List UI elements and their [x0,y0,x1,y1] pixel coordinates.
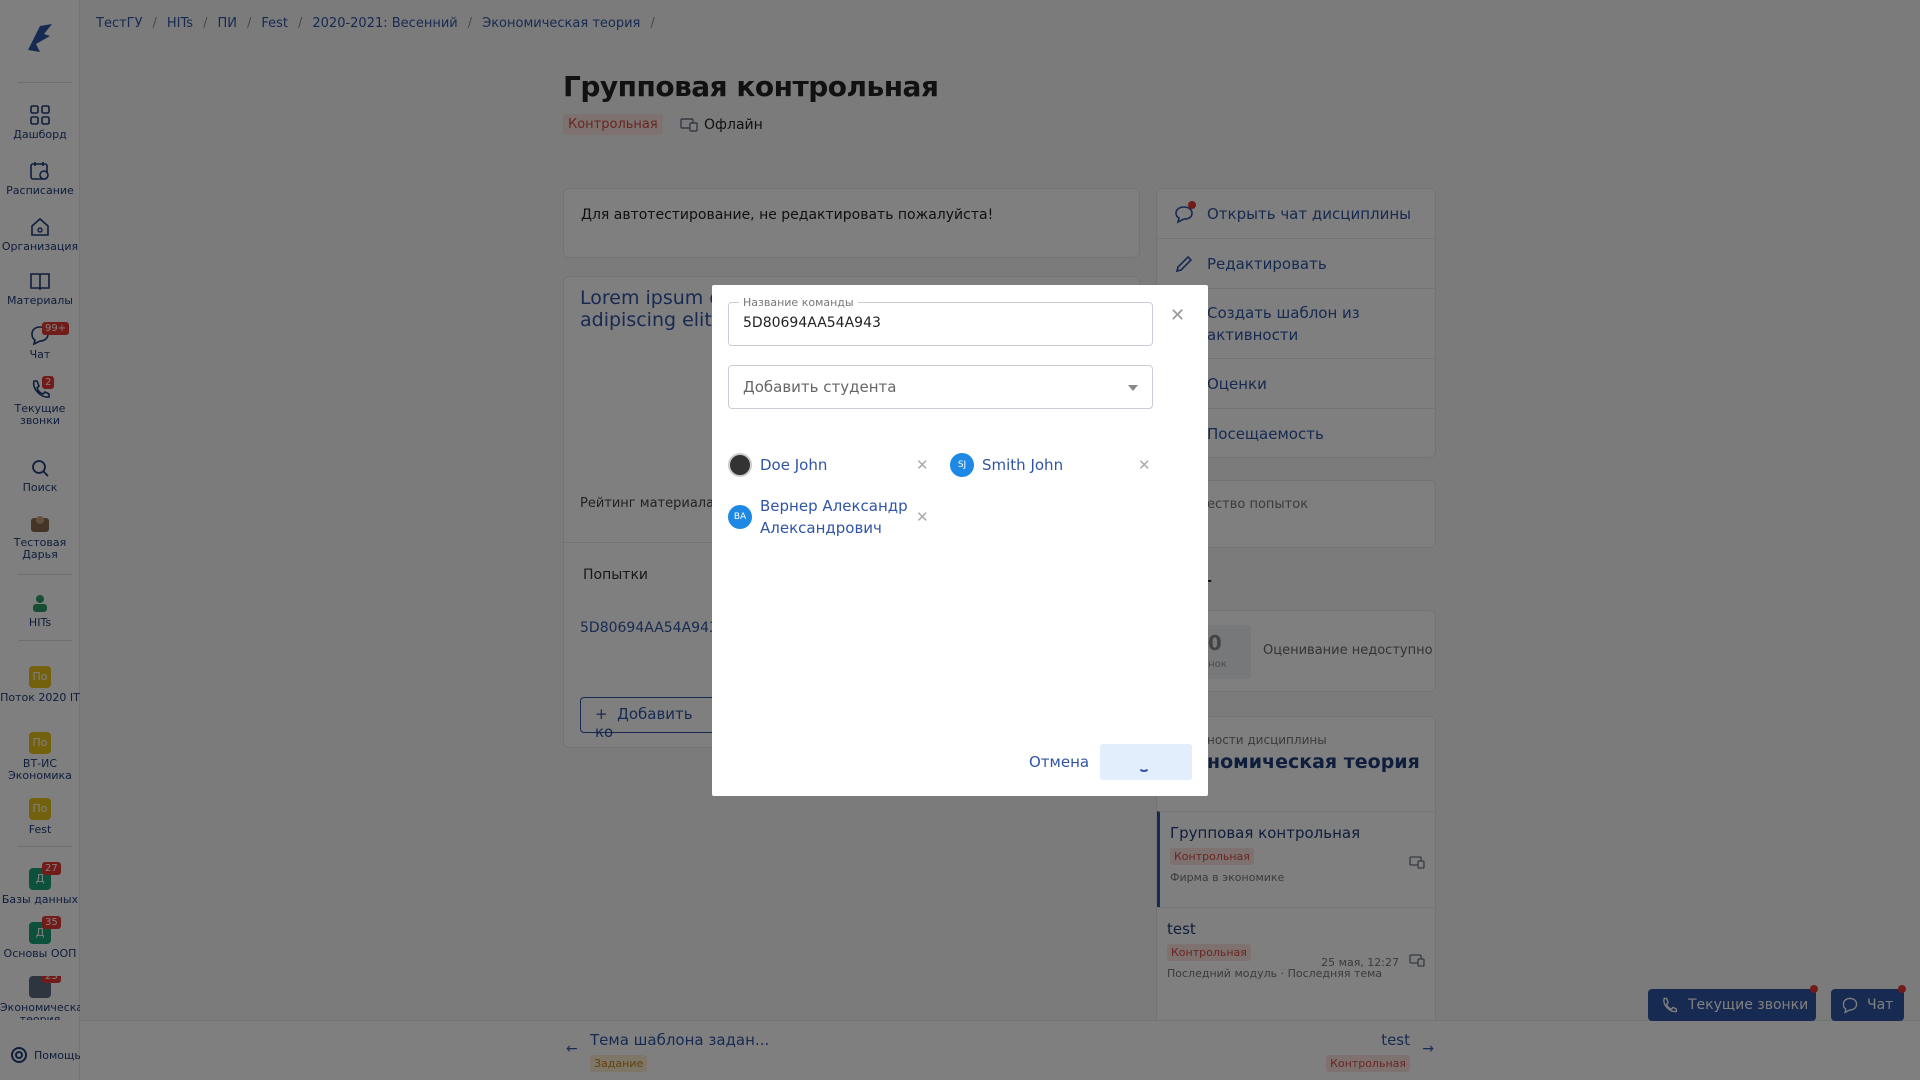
add-student-select[interactable]: Добавить студента [728,365,1153,409]
team-member: SJ Smith John ✕ [950,453,1151,477]
add-student-placeholder: Добавить студента [743,378,897,396]
avatar: SJ [950,453,974,477]
team-edit-dialog: Название команды ✕ Добавить студента Doe… [712,285,1208,796]
save-button[interactable] [1100,744,1192,780]
team-member: ВА Вернер Александр Александрович ✕ [728,495,929,539]
member-name[interactable]: Smith John [982,454,1132,476]
avatar [728,453,752,477]
chevron-down-icon [1128,385,1138,391]
remove-member-icon[interactable]: ✕ [916,508,929,526]
member-name[interactable]: Вернер Александр Александрович [760,495,910,539]
team-member: Doe John ✕ [728,453,929,477]
team-name-input[interactable] [743,315,1133,331]
avatar: ВА [728,505,752,529]
close-icon[interactable]: ✕ [1170,305,1185,326]
remove-member-icon[interactable]: ✕ [1138,456,1151,474]
member-name[interactable]: Doe John [760,454,910,476]
remove-member-icon[interactable]: ✕ [916,456,929,474]
cancel-button[interactable]: Отмена [1029,753,1089,771]
team-name-field[interactable]: Название команды [728,296,1153,346]
loading-spinner-icon [1138,760,1150,772]
team-name-label: Название команды [739,296,858,309]
